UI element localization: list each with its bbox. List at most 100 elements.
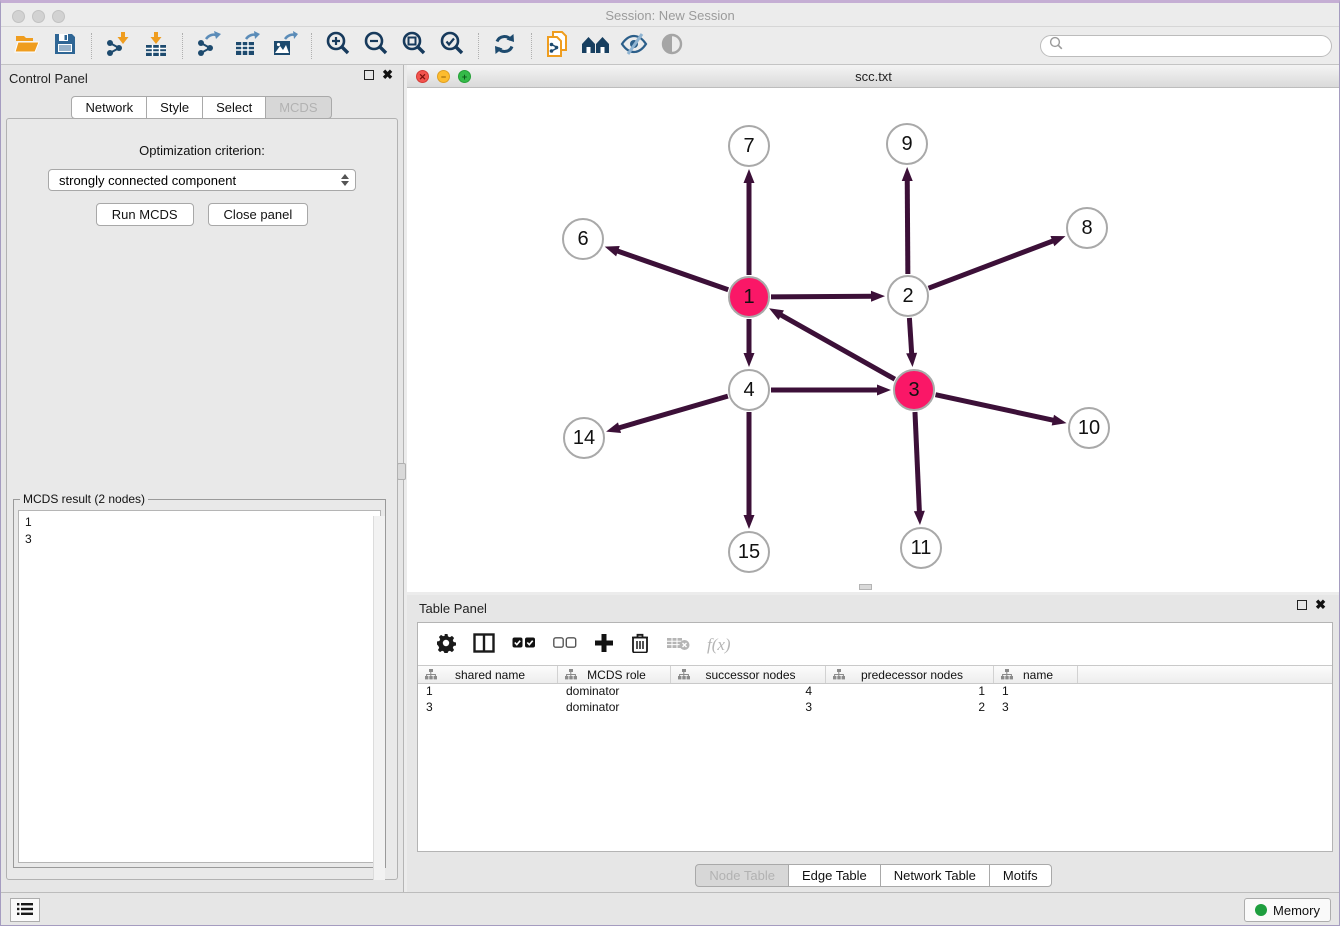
tab-mcds[interactable]: MCDS [265,96,331,119]
control-panel-tabs: Network Style Select MCDS [0,96,403,119]
control-panel-close-icon[interactable]: ✖ [382,70,393,80]
function-builder-button[interactable]: f(x) [707,635,731,655]
first-neighbors-button[interactable] [577,30,615,62]
table-panel-float-icon[interactable] [1297,600,1307,610]
graph-edge-3-10[interactable] [935,395,1066,426]
column-header-predecessor-nodes[interactable]: predecessor nodes [826,666,994,683]
close-panel-button[interactable]: Close panel [208,203,309,226]
tab-select[interactable]: Select [202,96,266,119]
graph-edge-3-1[interactable] [769,308,895,379]
graph-node-15[interactable]: 15 [728,531,770,573]
zoom-out-icon [363,31,389,60]
table-cell: 1 [418,684,558,700]
network-canvas[interactable]: 7 9 6 8 1 2 4 3 14 10 15 11 [407,88,1340,592]
zoom-in-icon [325,31,351,60]
column-header-successor-nodes[interactable]: successor nodes [671,666,826,683]
deselect-all-rows-button[interactable] [553,637,577,652]
column-header-name[interactable]: name [994,666,1078,683]
graph-node-7[interactable]: 7 [728,125,770,167]
result-scrollbar[interactable] [373,516,385,880]
table-row[interactable]: 3dominator323 [418,700,1332,716]
column-layout-button[interactable] [473,633,495,656]
export-table-icon [234,31,260,60]
graph-edge-4-14[interactable] [606,396,728,433]
tab-edge-table[interactable]: Edge Table [788,864,881,887]
column-header-MCDS-role[interactable]: MCDS role [558,666,671,683]
memory-status-icon [1255,904,1267,916]
export-network-button[interactable] [190,30,228,62]
graph-edge-1-6[interactable] [605,246,729,290]
zoom-fit-button[interactable] [395,30,433,62]
open-session-button[interactable] [8,30,46,62]
mcds-result-text[interactable]: 1 3 [18,510,381,863]
graph-edge-3-11[interactable] [914,412,925,525]
zoom-out-button[interactable] [357,30,395,62]
control-panel-title: Control Panel [9,71,88,86]
select-all-rows-button[interactable] [512,637,536,652]
graph-node-8[interactable]: 8 [1066,207,1108,249]
table-row[interactable]: 1dominator411 [418,684,1332,700]
import-table-button[interactable] [137,30,175,62]
delete-columns-button[interactable] [631,633,649,656]
graph-edge-2-3[interactable] [906,318,917,367]
graph-node-4[interactable]: 4 [728,369,770,411]
table-panel: Table Panel ✖ f(x) shared nameMCDS role [407,595,1340,892]
table-tabs: Node Table Edge Table Network Table Moti… [407,864,1340,887]
run-mcds-button[interactable]: Run MCDS [96,203,194,226]
zoom-in-button[interactable] [319,30,357,62]
graph-node-2[interactable]: 2 [887,275,929,317]
export-image-button[interactable] [266,30,304,62]
graph-node-6[interactable]: 6 [562,218,604,260]
vertical-splitter-handle[interactable] [397,463,406,480]
table-cell: dominator [558,700,671,716]
new-network-from-selection-button[interactable] [539,30,577,62]
import-table-icon [143,31,169,60]
apply-layout-button[interactable] [486,30,524,62]
horizontal-splitter-handle[interactable] [859,584,872,590]
tab-motifs[interactable]: Motifs [989,864,1052,887]
graph-edge-1-7[interactable] [744,169,755,275]
export-table-button[interactable] [228,30,266,62]
add-column-button[interactable] [594,633,614,656]
toolbar-separator [478,33,479,59]
hide-selected-button[interactable] [615,30,653,62]
main-toolbar [0,27,1340,65]
graph-edge-4-3[interactable] [771,385,891,396]
tab-style[interactable]: Style [146,96,203,119]
log-console-button[interactable] [10,898,40,922]
memory-button[interactable]: Memory [1244,898,1331,922]
graph-node-14[interactable]: 14 [563,417,605,459]
graph-node-3[interactable]: 3 [893,369,935,411]
import-network-button[interactable] [99,30,137,62]
tab-node-table[interactable]: Node Table [695,864,789,887]
table-panel-close-icon[interactable]: ✖ [1315,600,1326,610]
graph-edge-2-8[interactable] [929,236,1066,288]
zoom-selected-button[interactable] [433,30,471,62]
search-input[interactable] [1063,39,1323,53]
graph-node-1[interactable]: 1 [728,276,770,318]
graph-edge-4-15[interactable] [744,412,755,529]
toolbar-separator [182,33,183,59]
network-window-titlebar: ✕ − + scc.txt [407,65,1340,88]
tab-network-table[interactable]: Network Table [880,864,990,887]
column-header-shared-name[interactable]: shared name [418,666,558,683]
optimization-criterion-label: Optimization criterion: [7,143,397,158]
graph-node-9[interactable]: 9 [886,123,928,165]
save-session-button[interactable] [46,30,84,62]
graph-node-10[interactable]: 10 [1068,407,1110,449]
zoom-selected-icon [439,31,465,60]
delete-table-button[interactable] [666,635,690,654]
graph-edge-1-2[interactable] [771,291,885,302]
refresh-icon [492,31,518,60]
column-settings-button[interactable] [436,633,456,656]
list-icon [16,902,34,919]
show-all-button[interactable] [653,30,691,62]
graph-edge-1-4[interactable] [744,319,755,367]
tab-network[interactable]: Network [71,96,147,119]
criterion-dropdown[interactable]: strongly connected component [48,169,356,191]
graph-edge-2-9[interactable] [902,167,913,274]
control-panel-float-icon[interactable] [364,70,374,80]
eye-disabled-icon [659,32,685,59]
graph-node-11[interactable]: 11 [900,527,942,569]
network-edges-layer [407,88,1340,592]
